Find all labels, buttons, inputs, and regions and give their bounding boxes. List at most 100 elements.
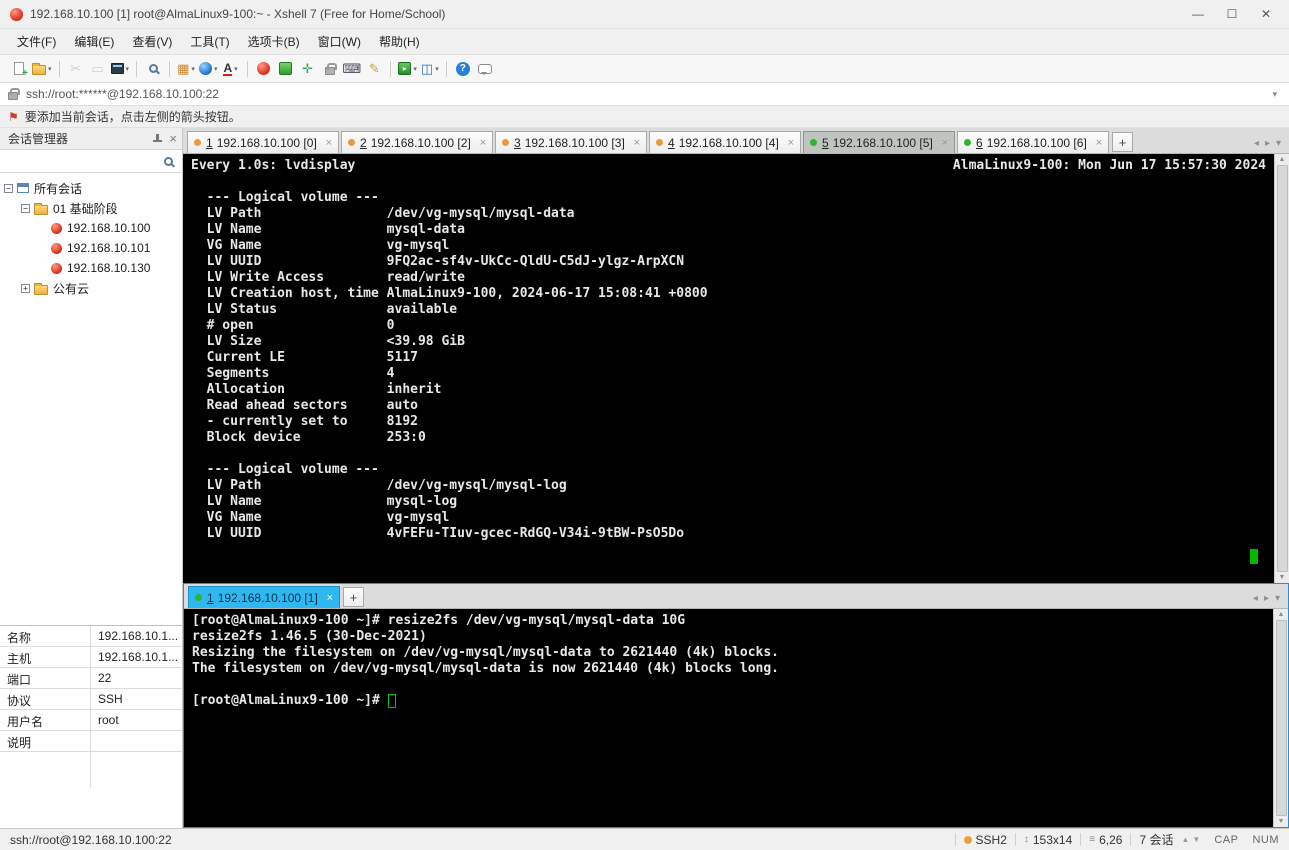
tab-close-icon[interactable]: × [326, 137, 332, 149]
session-tree: − 所有会话 −01 基础阶段 192.168.10.100 192.168.10.10… [0, 173, 182, 625]
tree-expander-icon[interactable]: + [21, 283, 30, 293]
lock-button[interactable] [319, 58, 341, 80]
resize-icon: ↕ [1023, 834, 1029, 845]
session-up-icon[interactable]: ▲ [1181, 835, 1189, 844]
menu-item[interactable]: 编辑(E) [65, 29, 123, 54]
new-session-button[interactable]: + [8, 58, 30, 80]
status-num-lock: NUM [1252, 833, 1279, 846]
scrollbar-thumb[interactable] [1276, 165, 1288, 572]
font-button[interactable]: ▾ [220, 58, 242, 80]
menu-item[interactable]: 帮助(H) [370, 29, 429, 54]
tree-item[interactable]: 192.168.10.101 [0, 238, 182, 258]
menu-item[interactable]: 选项卡(B) [239, 29, 309, 54]
paste-button[interactable]: ▾ [109, 58, 132, 80]
tab-arrange-button[interactable]: ▦ ▾ [175, 58, 197, 80]
tab-close-icon[interactable]: × [788, 137, 794, 149]
tree-item-label: 所有会话 [34, 181, 83, 196]
window-icon [17, 183, 29, 193]
tab-scroll-right-icon[interactable]: ▸ [1265, 138, 1270, 149]
address-bar[interactable]: ssh://root:******@192.168.10.100:22 ▾ [0, 82, 1289, 106]
tree-item[interactable]: 192.168.10.100 [0, 218, 182, 238]
menu-item[interactable]: 工具(T) [181, 29, 238, 54]
terminal-bottom-scrollbar[interactable]: ▲ ▼ [1273, 609, 1288, 827]
property-value[interactable]: SSH [91, 689, 182, 709]
tab-close-icon[interactable]: × [942, 137, 948, 149]
property-value[interactable] [91, 731, 182, 751]
tree-item[interactable]: − 01 基础阶段 [0, 198, 182, 218]
terminal-top-scrollbar[interactable]: ▲ ▼ [1274, 154, 1289, 583]
status-bar: ssh://root@192.168.10.100:22 SSH2 ↕ 153x… [0, 828, 1289, 850]
property-label: 说明 [0, 731, 91, 751]
xshell-app-icon [10, 7, 23, 21]
scroll-up-icon[interactable]: ▲ [1278, 611, 1285, 618]
soft-keyboard-button[interactable]: ⌨ [341, 58, 364, 80]
property-value[interactable]: 192.168.10.1... [91, 626, 182, 646]
file-transfer-button[interactable]: ▾ [396, 58, 419, 80]
url-button[interactable]: ▾ [197, 58, 220, 80]
tab-list-icon[interactable]: ▾ [1275, 593, 1280, 604]
menu-item[interactable]: 文件(F) [8, 29, 65, 54]
terminal-bottom-pane[interactable]: [root@AlmaLinux9-100 ~]# resize2fs /dev/… [184, 609, 1288, 827]
property-value[interactable]: 192.168.10.1... [91, 647, 182, 667]
tab-label: 192.168.10.100 [2] [370, 135, 471, 150]
toolbar-divider [246, 60, 248, 77]
close-button[interactable]: ✕ [1249, 1, 1283, 27]
scroll-down-icon[interactable]: ▼ [1279, 574, 1286, 581]
status-session-count-item[interactable]: 7 会话 ▲ ▼ [1139, 831, 1200, 848]
tab-close-icon[interactable]: × [327, 592, 333, 604]
maximize-button[interactable]: ☐ [1215, 1, 1249, 27]
window-layout-button[interactable]: ◫ ▾ [419, 58, 441, 80]
compose-button[interactable]: ✎ [363, 58, 385, 80]
tab-close-icon[interactable]: × [480, 137, 486, 149]
cut-button[interactable]: ✂ [65, 58, 87, 80]
fullscreen-button[interactable]: ✛ [297, 58, 319, 80]
session-search-box[interactable] [0, 150, 182, 173]
tree-expander-icon[interactable]: − [21, 203, 30, 213]
panel-close-icon[interactable]: × [169, 132, 177, 145]
pin-icon[interactable] [152, 133, 163, 144]
tab-label: 192.168.10.100 [6] [986, 135, 1087, 150]
terminal-top-pane[interactable]: Every 1.0s: lvdisplay AlmaLinux9-100: Mo… [183, 154, 1289, 583]
help-button[interactable] [452, 58, 474, 80]
address-text: ssh://root:******@192.168.10.100:22 [26, 87, 219, 101]
new-xshell-button[interactable] [253, 58, 275, 80]
tab-scroll-right-icon[interactable]: ▸ [1264, 593, 1269, 604]
tab-scroll-left-icon[interactable]: ◂ [1253, 593, 1258, 604]
session-tab[interactable]: 2 192.168.10.100 [2] × [341, 131, 493, 153]
xagent-button[interactable] [275, 58, 297, 80]
feedback-button[interactable] [474, 58, 496, 80]
session-tab[interactable]: 5 192.168.10.100 [5] × [803, 131, 955, 153]
property-value[interactable]: root [91, 710, 182, 730]
scrollbar-thumb[interactable] [1275, 620, 1287, 816]
session-down-icon[interactable]: ▼ [1192, 835, 1200, 844]
tree-expander-icon[interactable]: − [4, 183, 13, 193]
property-row: 名称 192.168.10.1... [0, 626, 182, 647]
find-button[interactable] [142, 58, 164, 80]
tab-close-icon[interactable]: × [634, 137, 640, 149]
status-cursor-item: ≡ 6,26 [1089, 833, 1122, 847]
menu-item[interactable]: 查看(V) [123, 29, 181, 54]
property-label: 名称 [0, 626, 91, 646]
new-tab-button[interactable]: + [1112, 132, 1133, 152]
tree-item-label: 192.168.10.130 [67, 261, 151, 275]
scroll-up-icon[interactable]: ▲ [1279, 156, 1286, 163]
minimize-button[interactable]: — [1181, 1, 1215, 27]
tree-item[interactable]: + 公有云 [0, 278, 182, 298]
tree-item[interactable]: 192.168.10.130 [0, 258, 182, 278]
tab-scroll-left-icon[interactable]: ◂ [1254, 138, 1259, 149]
tab-close-icon[interactable]: × [1096, 137, 1102, 149]
open-session-button[interactable]: ▾ [30, 58, 54, 80]
scroll-down-icon[interactable]: ▼ [1278, 818, 1285, 825]
session-tab[interactable]: 3 192.168.10.100 [3] × [495, 131, 647, 153]
address-dropdown-icon[interactable]: ▾ [1268, 89, 1281, 100]
session-tab[interactable]: 1 192.168.10.100 [0] × [187, 131, 339, 153]
copy-button[interactable]: ▭ [87, 58, 109, 80]
session-tab[interactable]: 1 192.168.10.100 [1] × [188, 586, 340, 608]
tab-list-icon[interactable]: ▾ [1276, 138, 1281, 149]
property-value[interactable]: 22 [91, 668, 182, 688]
new-tab-button[interactable]: + [343, 587, 364, 607]
session-tab[interactable]: 4 192.168.10.100 [4] × [649, 131, 801, 153]
session-tab[interactable]: 6 192.168.10.100 [6] × [957, 131, 1109, 153]
menu-item[interactable]: 窗口(W) [309, 29, 370, 54]
tree-item[interactable]: − 所有会话 [0, 178, 182, 198]
